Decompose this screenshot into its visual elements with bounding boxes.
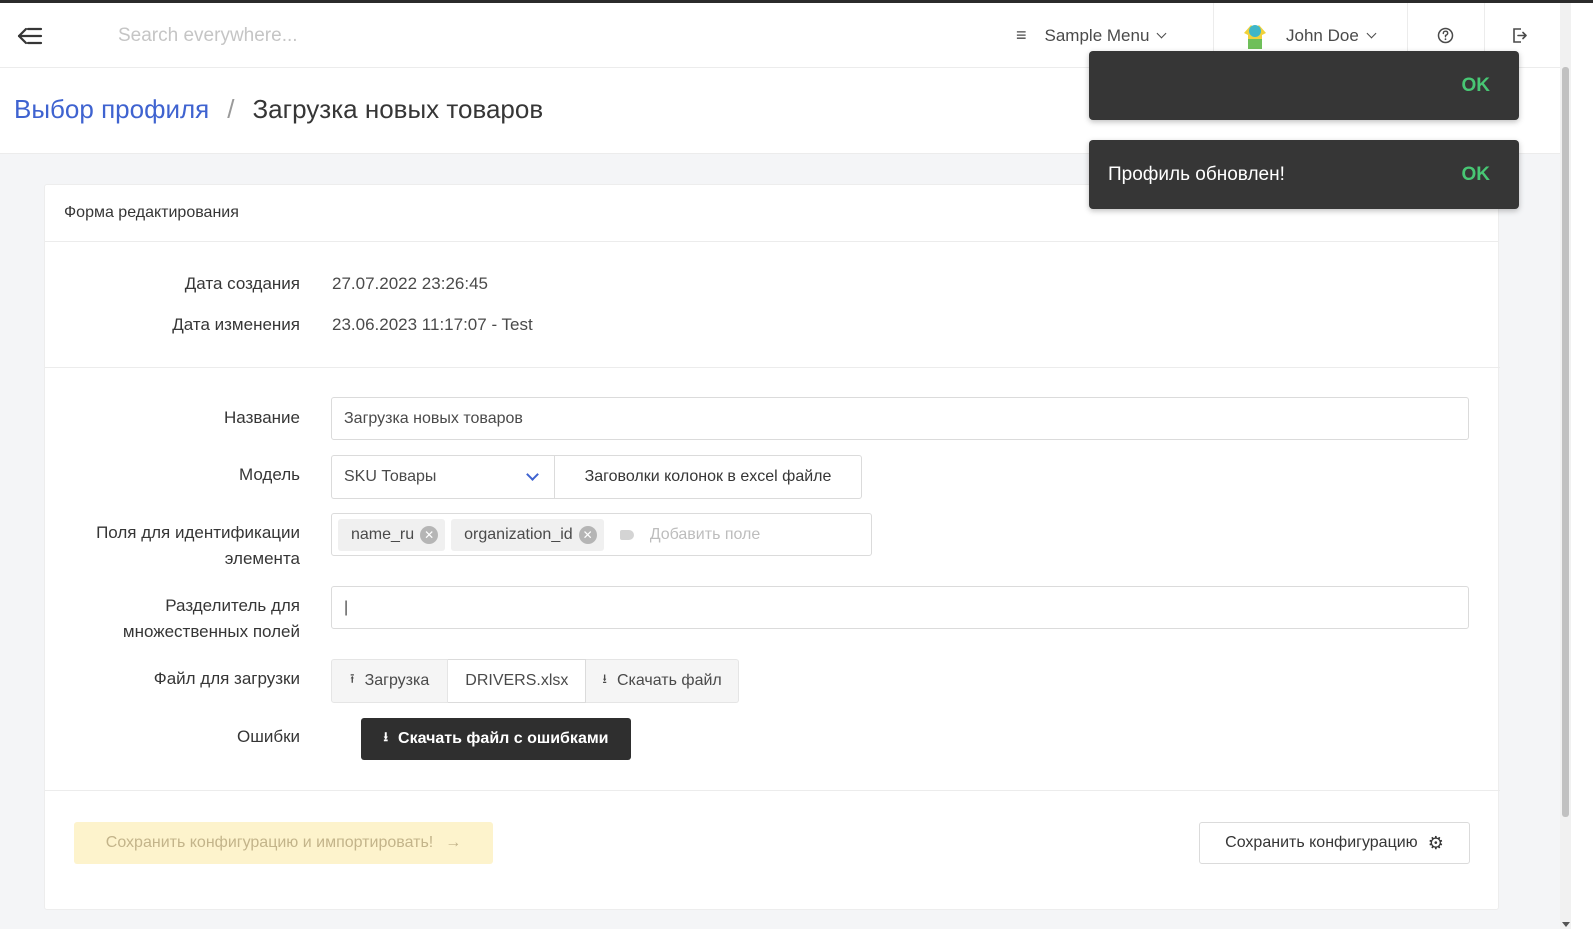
download-icon: ⭳ xyxy=(383,729,389,744)
errors-label: Ошибки xyxy=(236,727,300,746)
separator-input[interactable]: | xyxy=(331,586,1469,629)
add-field-input[interactable] xyxy=(649,525,830,544)
chevron-down-icon xyxy=(1366,28,1377,38)
scroll-down-icon[interactable] xyxy=(1562,922,1570,927)
breadcrumb: Выбор профиля / Загрузка новых товаров xyxy=(14,94,543,125)
tag-name-ru: name_ru ✕ xyxy=(338,518,446,551)
sample-menu-label: Sample Menu xyxy=(1044,25,1150,45)
download-button-label: Скачать файл xyxy=(616,672,722,689)
separator-label-line1: Разделитель для xyxy=(165,596,300,615)
model-label: Модель xyxy=(238,465,300,484)
name-input[interactable]: Загрузка новых товаров xyxy=(331,397,1469,440)
sidebar-toggle-button[interactable] xyxy=(14,21,46,51)
edit-form-card: Форма редактирования Дата создания 27.07… xyxy=(44,184,1500,910)
file-name: DRIVERS.xlsx xyxy=(448,659,587,703)
breadcrumb-separator: / xyxy=(227,94,235,124)
search-input[interactable] xyxy=(118,21,638,51)
logout-icon xyxy=(1513,28,1527,43)
chevron-down-icon xyxy=(526,468,539,481)
scrollbar-thumb[interactable] xyxy=(1562,67,1569,817)
gear-icon: ⚙ xyxy=(1427,832,1444,853)
file-upload-group: ⭱ Загрузка DRIVERS.xlsx ⭳ Скачать файл xyxy=(331,659,739,703)
tag-organization-id: organization_id ✕ xyxy=(451,518,604,551)
download-errors-button[interactable]: ⭳ Скачать файл с ошибками xyxy=(361,718,631,760)
excel-columns-button[interactable]: Заговолки колонок в excel файле xyxy=(554,455,862,499)
help-icon xyxy=(1437,27,1454,44)
toast-notification: Профиль обновлен! OK xyxy=(1089,140,1519,209)
toast-message: Профиль обновлен! xyxy=(1108,163,1285,185)
upload-icon: ⭱ xyxy=(350,671,355,686)
download-file-button[interactable]: ⭳ Скачать файл xyxy=(586,659,739,703)
hamburger-icon: ≡ xyxy=(1016,25,1027,45)
arrow-left-menu-icon xyxy=(17,27,43,45)
save-and-import-label: Сохранить конфигурацию и импортировать! xyxy=(105,834,434,851)
id-fields-label-line1: Поля для идентификации xyxy=(96,523,300,542)
modified-date-value: 23.06.2023 11:17:07 - Test xyxy=(332,315,533,334)
chevron-down-icon xyxy=(1156,28,1167,38)
toast-ok-button[interactable]: OK xyxy=(1462,75,1491,97)
toast-notification: OK xyxy=(1089,51,1519,120)
id-fields-label: Поля для идентификации элемента xyxy=(96,520,300,572)
save-config-label: Сохранить конфигурацию xyxy=(1225,834,1418,851)
avatar xyxy=(1240,20,1270,51)
model-select-value: SKU Товары xyxy=(344,468,437,485)
id-fields-taginput[interactable]: name_ru ✕ organization_id ✕ xyxy=(331,513,872,556)
breadcrumb-link-profile-select[interactable]: Выбор профиля xyxy=(14,94,209,125)
download-errors-label: Скачать файл с ошибками xyxy=(398,730,609,747)
separator-label: Разделитель для множественных полей xyxy=(123,593,300,645)
toast-ok-button[interactable]: OK xyxy=(1462,164,1491,186)
upload-button-label: Загрузка xyxy=(364,672,430,689)
download-icon: ⭳ xyxy=(602,671,607,686)
save-and-import-button[interactable]: Сохранить конфигурацию и импортировать! … xyxy=(74,822,493,864)
section-divider xyxy=(45,367,1500,368)
separator-label-line2: множественных полей xyxy=(122,622,300,641)
window-edge xyxy=(1571,3,1593,929)
page-title: Загрузка новых товаров xyxy=(252,94,544,124)
save-config-button[interactable]: Сохранить конфигурацию ⚙ xyxy=(1199,822,1470,864)
tag-label: name_ru xyxy=(351,525,415,543)
tag-label: organization_id xyxy=(464,525,573,543)
modified-date-label: Дата изменения xyxy=(172,315,300,334)
remove-tag-icon[interactable]: ✕ xyxy=(578,525,597,544)
created-date-value: 27.07.2022 23:26:45 xyxy=(332,274,488,293)
id-fields-label-line2: элемента xyxy=(224,549,300,568)
file-label: Файл для загрузки xyxy=(153,669,300,688)
remove-tag-icon[interactable]: ✕ xyxy=(420,525,439,544)
section-divider xyxy=(45,790,1500,791)
tag-icon xyxy=(619,529,634,540)
model-select[interactable]: SKU Товары xyxy=(331,455,555,499)
user-name: John Doe xyxy=(1286,25,1359,45)
arrow-right-icon: → xyxy=(445,834,462,851)
upload-button[interactable]: ⭱ Загрузка xyxy=(331,659,449,703)
scrollbar[interactable] xyxy=(1560,3,1571,929)
name-label: Название xyxy=(224,408,300,427)
created-date-label: Дата создания xyxy=(184,274,300,293)
